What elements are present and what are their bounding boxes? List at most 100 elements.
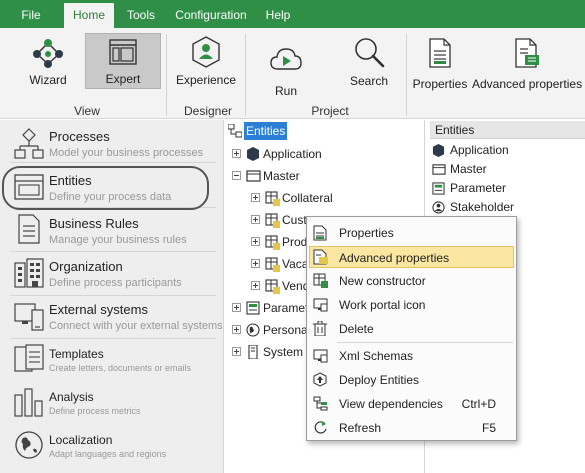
menu-file[interactable]: File xyxy=(10,0,52,28)
templates-icon xyxy=(14,344,44,374)
nav-localization-subtitle: Adapt languages and regions xyxy=(49,449,167,459)
view-group-label: View xyxy=(74,104,100,118)
ctx-xml-schemas[interactable]: Xml Schemas xyxy=(309,345,514,367)
ctx-shortcut: Ctrl+D xyxy=(461,397,496,411)
menu-help[interactable]: Help xyxy=(258,0,298,28)
ctx-deploy-entities[interactable]: Deploy Entities xyxy=(309,369,514,391)
search-label: Search xyxy=(349,74,389,88)
nav-processes-subtitle: Model your business processes xyxy=(49,147,204,159)
search-button[interactable]: Search xyxy=(342,32,396,94)
ctx-refresh[interactable]: Refresh F5 xyxy=(309,417,514,439)
nav-external-systems-title: External systems xyxy=(49,302,148,317)
menu-separator xyxy=(337,342,513,343)
list-item-label: Master xyxy=(450,162,487,176)
tree-label: Master xyxy=(263,169,300,183)
tree-label: Paramet xyxy=(263,301,309,315)
run-button[interactable]: Run xyxy=(258,42,314,100)
expand-toggle[interactable] xyxy=(232,325,241,334)
monitor-icon xyxy=(313,297,328,312)
tree-root-label: Entities xyxy=(244,122,288,140)
business-rules-icon xyxy=(17,214,41,244)
nav-organization-title: Organization xyxy=(49,259,123,274)
menu-configuration[interactable]: Configuration xyxy=(168,0,254,28)
ctx-view-dependencies[interactable]: View dependencies Ctrl+D xyxy=(309,393,514,415)
nav-analysis[interactable]: Analysis Define process metrics xyxy=(0,382,224,422)
expand-toggle[interactable] xyxy=(251,259,260,268)
collapse-toggle[interactable] xyxy=(232,171,241,180)
nav-analysis-subtitle: Define process metrics xyxy=(49,406,141,416)
deploy-icon xyxy=(313,372,328,387)
advanced-properties-icon xyxy=(514,38,540,68)
expert-button[interactable]: Expert xyxy=(85,33,161,89)
ctx-advanced-properties[interactable]: Advanced properties xyxy=(309,246,514,268)
ctx-label: View dependencies xyxy=(339,397,443,411)
parameter-icon xyxy=(246,301,260,315)
entity-table-icon xyxy=(265,279,280,294)
context-menu: Properties Advanced properties New const… xyxy=(306,216,517,441)
properties-label: Properties xyxy=(412,77,468,91)
nav-organization[interactable]: Organization Define process participants xyxy=(0,252,224,296)
globe-icon xyxy=(246,323,260,337)
nav-localization-title: Localization xyxy=(49,433,113,447)
ctx-label: Work portal icon xyxy=(339,298,426,312)
menu-home[interactable]: Home xyxy=(64,3,114,28)
cloud-run-icon xyxy=(269,46,303,72)
nav-business-rules[interactable]: Business Rules Manage your business rule… xyxy=(0,208,224,252)
experience-button[interactable]: Experience xyxy=(172,32,240,94)
ctx-delete[interactable]: Delete xyxy=(309,318,514,340)
wizard-button[interactable]: Wizard xyxy=(18,32,78,98)
ctx-properties[interactable]: Properties xyxy=(309,222,514,244)
entity-table-icon xyxy=(265,257,280,272)
tree-label: Vaca xyxy=(282,257,309,271)
ctx-new-constructor[interactable]: New constructor xyxy=(309,270,514,292)
dependencies-icon xyxy=(313,396,328,411)
xml-schema-icon xyxy=(313,348,328,363)
properties-button[interactable]: Properties xyxy=(410,32,470,94)
designer-group-label: Designer xyxy=(183,104,233,118)
expand-toggle[interactable] xyxy=(251,281,260,290)
ctx-label: Advanced properties xyxy=(339,251,450,265)
nav-external-systems[interactable]: External systems Connect with your exter… xyxy=(0,296,224,340)
ctx-shortcut: F5 xyxy=(481,421,496,435)
ctx-label: New constructor xyxy=(339,274,426,288)
ribbon-divider xyxy=(245,34,246,116)
project-group-label: Project xyxy=(311,104,349,118)
nav-localization[interactable]: Localization Adapt languages and regions xyxy=(0,426,224,466)
entity-table-icon xyxy=(265,235,280,250)
advanced-properties-button[interactable]: Advanced properties xyxy=(472,32,582,94)
nav-organization-subtitle: Define process participants xyxy=(49,277,182,289)
expert-icon xyxy=(109,39,137,65)
entity-list-header[interactable]: Entities xyxy=(430,121,585,139)
nav-business-rules-subtitle: Manage your business rules xyxy=(49,234,187,246)
menu-bar: File Home Tools Configuration Help xyxy=(0,0,585,28)
expand-toggle[interactable] xyxy=(251,215,260,224)
entity-table-icon xyxy=(265,213,280,228)
tree-label: System xyxy=(263,345,304,359)
ctx-label: Deploy Entities xyxy=(339,373,420,387)
ribbon-divider xyxy=(406,34,407,116)
search-icon xyxy=(353,36,385,68)
expand-toggle[interactable] xyxy=(232,347,241,356)
expand-toggle[interactable] xyxy=(232,149,241,158)
constructor-icon xyxy=(313,273,328,288)
ctx-label: Properties xyxy=(339,226,394,240)
expand-toggle[interactable] xyxy=(251,193,260,202)
nav-business-rules-title: Business Rules xyxy=(49,216,139,231)
ctx-work-portal-icon[interactable]: Work portal icon xyxy=(309,294,514,316)
menu-tools[interactable]: Tools xyxy=(118,0,164,28)
expand-toggle[interactable] xyxy=(251,237,260,246)
nav-processes[interactable]: Processes Model your business processes xyxy=(0,120,224,164)
stakeholder-icon xyxy=(432,201,445,214)
ribbon-divider xyxy=(166,34,167,116)
advanced-properties-label: Advanced properties xyxy=(472,77,583,91)
localization-icon xyxy=(14,430,44,460)
processes-icon xyxy=(14,128,44,160)
nav-templates[interactable]: Templates Create letters, documents or e… xyxy=(0,339,224,379)
properties-icon xyxy=(313,225,327,241)
expand-toggle[interactable] xyxy=(232,303,241,312)
expert-label: Expert xyxy=(105,72,141,86)
tree-hierarchy-icon xyxy=(228,124,242,138)
entity-table-icon xyxy=(265,191,280,206)
nav-divider xyxy=(10,162,216,163)
nav-processes-title: Processes xyxy=(49,129,110,144)
